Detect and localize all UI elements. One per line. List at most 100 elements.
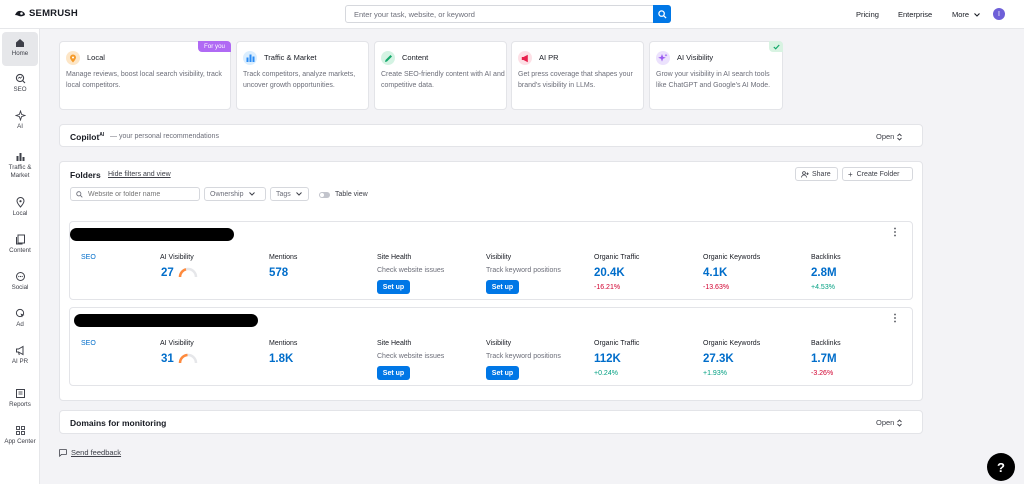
visibility-setup-button[interactable]: Set up — [486, 366, 519, 380]
feature-title: Content — [402, 53, 429, 62]
redacted-domain — [74, 314, 258, 327]
search-button[interactable] — [653, 5, 671, 23]
feature-card-ai-pr[interactable]: AI PR Get press coverage that shapes you… — [511, 41, 644, 110]
folder-search-input[interactable] — [88, 190, 198, 198]
feature-card-local[interactable]: Local Manage reviews, boost local search… — [59, 41, 231, 110]
ownership-label: Ownership — [210, 190, 244, 198]
content-icon — [15, 234, 25, 245]
open-label: Open — [876, 132, 895, 141]
backlinks-value[interactable]: 1.7M — [811, 353, 837, 365]
sidebar-item-ai-pr[interactable]: AI PR — [2, 345, 38, 366]
table-view-toggle[interactable]: Table view — [319, 191, 368, 198]
organic-keywords-value[interactable]: 4.1K — [703, 267, 727, 279]
site-health-setup-button[interactable]: Set up — [377, 366, 410, 380]
project-card[interactable]: ⋮ SEO AI Visibility 31 Mentions 1.8K Sit… — [69, 307, 913, 386]
enterprise-link[interactable]: Enterprise — [898, 10, 932, 19]
ai-visibility-gauge-icon — [178, 267, 198, 278]
visibility-subtitle: Track keyword positions — [486, 353, 561, 360]
open-label: Open — [876, 418, 895, 427]
project-card[interactable]: ⋮ SEO AI Visibility 27 Mentions 578 Site… — [69, 221, 913, 300]
sidebar-item-reports[interactable]: Reports — [2, 388, 38, 409]
copilot-open-toggle[interactable]: Open — [876, 132, 903, 141]
mentions-value[interactable]: 1.8K — [269, 353, 293, 365]
sidebar-item-seo[interactable]: SEO — [2, 73, 38, 94]
social-icon — [15, 272, 25, 281]
feature-card-traffic-market[interactable]: Traffic & Market Track competitors, anal… — [236, 41, 369, 110]
search-icon — [76, 190, 83, 198]
ai-icon — [14, 110, 26, 121]
pencil-icon — [381, 51, 395, 65]
create-folder-button[interactable]: + Create Folder — [842, 167, 913, 181]
table-view-label: Table view — [335, 191, 368, 198]
organic-traffic-value[interactable]: 112K — [594, 353, 621, 365]
send-feedback-link[interactable]: Send feedback — [59, 448, 121, 457]
visibility-setup-button[interactable]: Set up — [486, 280, 519, 294]
more-label: More — [952, 10, 970, 19]
hide-filters-link[interactable]: Hide filters and view — [108, 171, 171, 178]
site-health-label: Site Health — [377, 340, 412, 347]
site-health-subtitle: Check website issues — [377, 353, 445, 360]
sidebar-item-traffic-market[interactable]: Traffic & Market — [2, 151, 38, 179]
mentions-label: Mentions — [269, 254, 298, 261]
ownership-select[interactable]: Ownership — [204, 187, 266, 201]
ai-visibility-value[interactable]: 27 — [161, 267, 174, 279]
home-icon — [16, 39, 24, 47]
feature-title: Local — [87, 53, 105, 62]
domains-open-toggle[interactable]: Open — [876, 418, 903, 427]
seo-link[interactable]: SEO — [81, 254, 96, 261]
sidebar-item-label: Social — [11, 284, 29, 291]
more-options-icon[interactable]: ⋮ — [890, 313, 900, 324]
sidebar-item-label: SEO — [13, 86, 27, 93]
feature-description: Track competitors, analyze markets, unco… — [243, 71, 356, 89]
app-center-icon — [15, 426, 25, 435]
organic-keywords-value[interactable]: 27.3K — [703, 353, 734, 365]
tags-select[interactable]: Tags — [270, 187, 309, 201]
feature-description: Manage reviews, boost local search visib… — [66, 71, 222, 89]
seo-link[interactable]: SEO — [81, 340, 96, 347]
sidebar-item-app-center[interactable]: App Center — [2, 425, 38, 446]
sidebar-item-ai[interactable]: AI — [2, 110, 38, 131]
backlinks-value[interactable]: 2.8M — [811, 267, 837, 279]
sidebar-item-social[interactable]: Social — [2, 271, 38, 292]
plus-icon: + — [848, 169, 853, 179]
sidebar-item-content[interactable]: Content — [2, 234, 38, 255]
sidebar-item-local[interactable]: Local — [2, 197, 38, 218]
feature-card-ai-visibility[interactable]: AI Visibility Grow your visibility in AI… — [649, 41, 783, 110]
search-input[interactable] — [354, 9, 649, 20]
feature-title: AI Visibility — [677, 53, 714, 62]
organic-keywords-delta: -13.63% — [703, 284, 730, 291]
redacted-domain — [70, 228, 234, 241]
traffic-icon — [243, 51, 257, 65]
sidebar-item-ad[interactable]: Ad — [2, 308, 38, 329]
backlinks-delta: +4.53% — [811, 284, 835, 291]
toggle-switch[interactable] — [319, 191, 330, 198]
sidebar: Home SEO AI Traffic & Market Local Conte… — [0, 29, 40, 484]
organic-traffic-value[interactable]: 20.4K — [594, 267, 625, 279]
sidebar-item-label: Content — [9, 247, 31, 254]
organic-keywords-label: Organic Keywords — [703, 254, 761, 261]
domains-title: Domains for monitoring — [70, 418, 167, 428]
location-pin-icon — [15, 197, 25, 208]
site-health-setup-button[interactable]: Set up — [377, 280, 410, 294]
organic-keywords-label: Organic Keywords — [703, 340, 761, 347]
tags-label: Tags — [276, 190, 291, 198]
megaphone-icon — [15, 345, 23, 356]
sidebar-item-home[interactable]: Home — [2, 32, 38, 66]
feature-card-content[interactable]: Content Create SEO-friendly content with… — [374, 41, 507, 110]
sidebar-item-label: Home — [11, 50, 29, 57]
sort-chevrons-icon — [897, 132, 903, 141]
share-button[interactable]: Share — [795, 167, 838, 181]
more-options-icon[interactable]: ⋮ — [890, 227, 900, 238]
pricing-link[interactable]: Pricing — [856, 10, 879, 19]
mentions-value[interactable]: 578 — [269, 267, 288, 279]
ai-visibility-label: AI Visibility — [160, 254, 194, 261]
semrush-logo[interactable]: SEMRUSH — [14, 8, 78, 19]
more-menu[interactable]: More — [952, 10, 980, 19]
user-avatar[interactable]: I — [993, 8, 1005, 20]
copilot-title: CopilotAI — [70, 132, 105, 142]
help-button[interactable]: ? — [987, 453, 1015, 481]
sparkle-icon — [656, 51, 670, 65]
ai-visibility-value[interactable]: 31 — [161, 353, 174, 365]
share-label: Share — [812, 170, 831, 178]
feature-description: Grow your visibility in AI search tools … — [656, 71, 771, 89]
